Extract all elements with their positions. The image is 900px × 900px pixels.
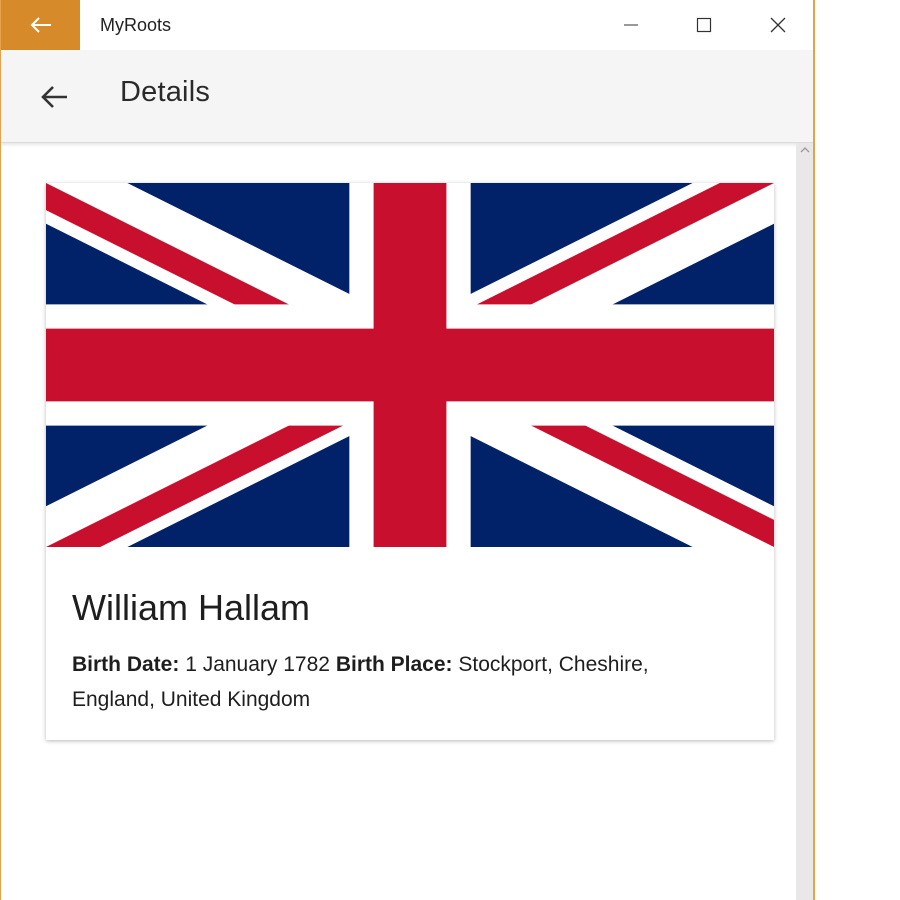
page-title: Details — [120, 76, 211, 108]
birth-date-value: 1 January 1782 — [185, 653, 330, 676]
close-button[interactable] — [743, 0, 813, 50]
title-bar: MyRoots — [1, 0, 813, 50]
app-bar: Details — [1, 50, 813, 143]
birth-place-label: Birth Place: — [335, 653, 453, 676]
chevron-up-icon — [800, 147, 809, 153]
close-icon — [770, 17, 786, 33]
arrow-left-icon — [30, 17, 51, 33]
person-name: William Hallam — [72, 587, 311, 628]
maximize-button[interactable] — [669, 0, 739, 50]
united-kingdom-flag — [46, 183, 774, 547]
person-details: Birth Date: 1 January 1782 Birth Place: … — [72, 647, 712, 717]
minimize-icon — [624, 24, 638, 26]
minimize-button[interactable] — [596, 0, 666, 50]
scroll-up-button[interactable] — [796, 143, 813, 157]
arrow-left-icon — [41, 86, 67, 108]
person-card: William Hallam Birth Date: 1 January 178… — [46, 183, 774, 740]
back-button[interactable] — [29, 74, 79, 120]
maximize-icon — [696, 17, 712, 33]
titlebar-back-button[interactable] — [1, 0, 80, 50]
birth-date-label: Birth Date: — [72, 653, 180, 676]
app-window: MyRoots Details William Hallam Birth Dat… — [0, 0, 815, 900]
vertical-scrollbar[interactable] — [796, 143, 813, 900]
app-title: MyRoots — [100, 15, 172, 35]
